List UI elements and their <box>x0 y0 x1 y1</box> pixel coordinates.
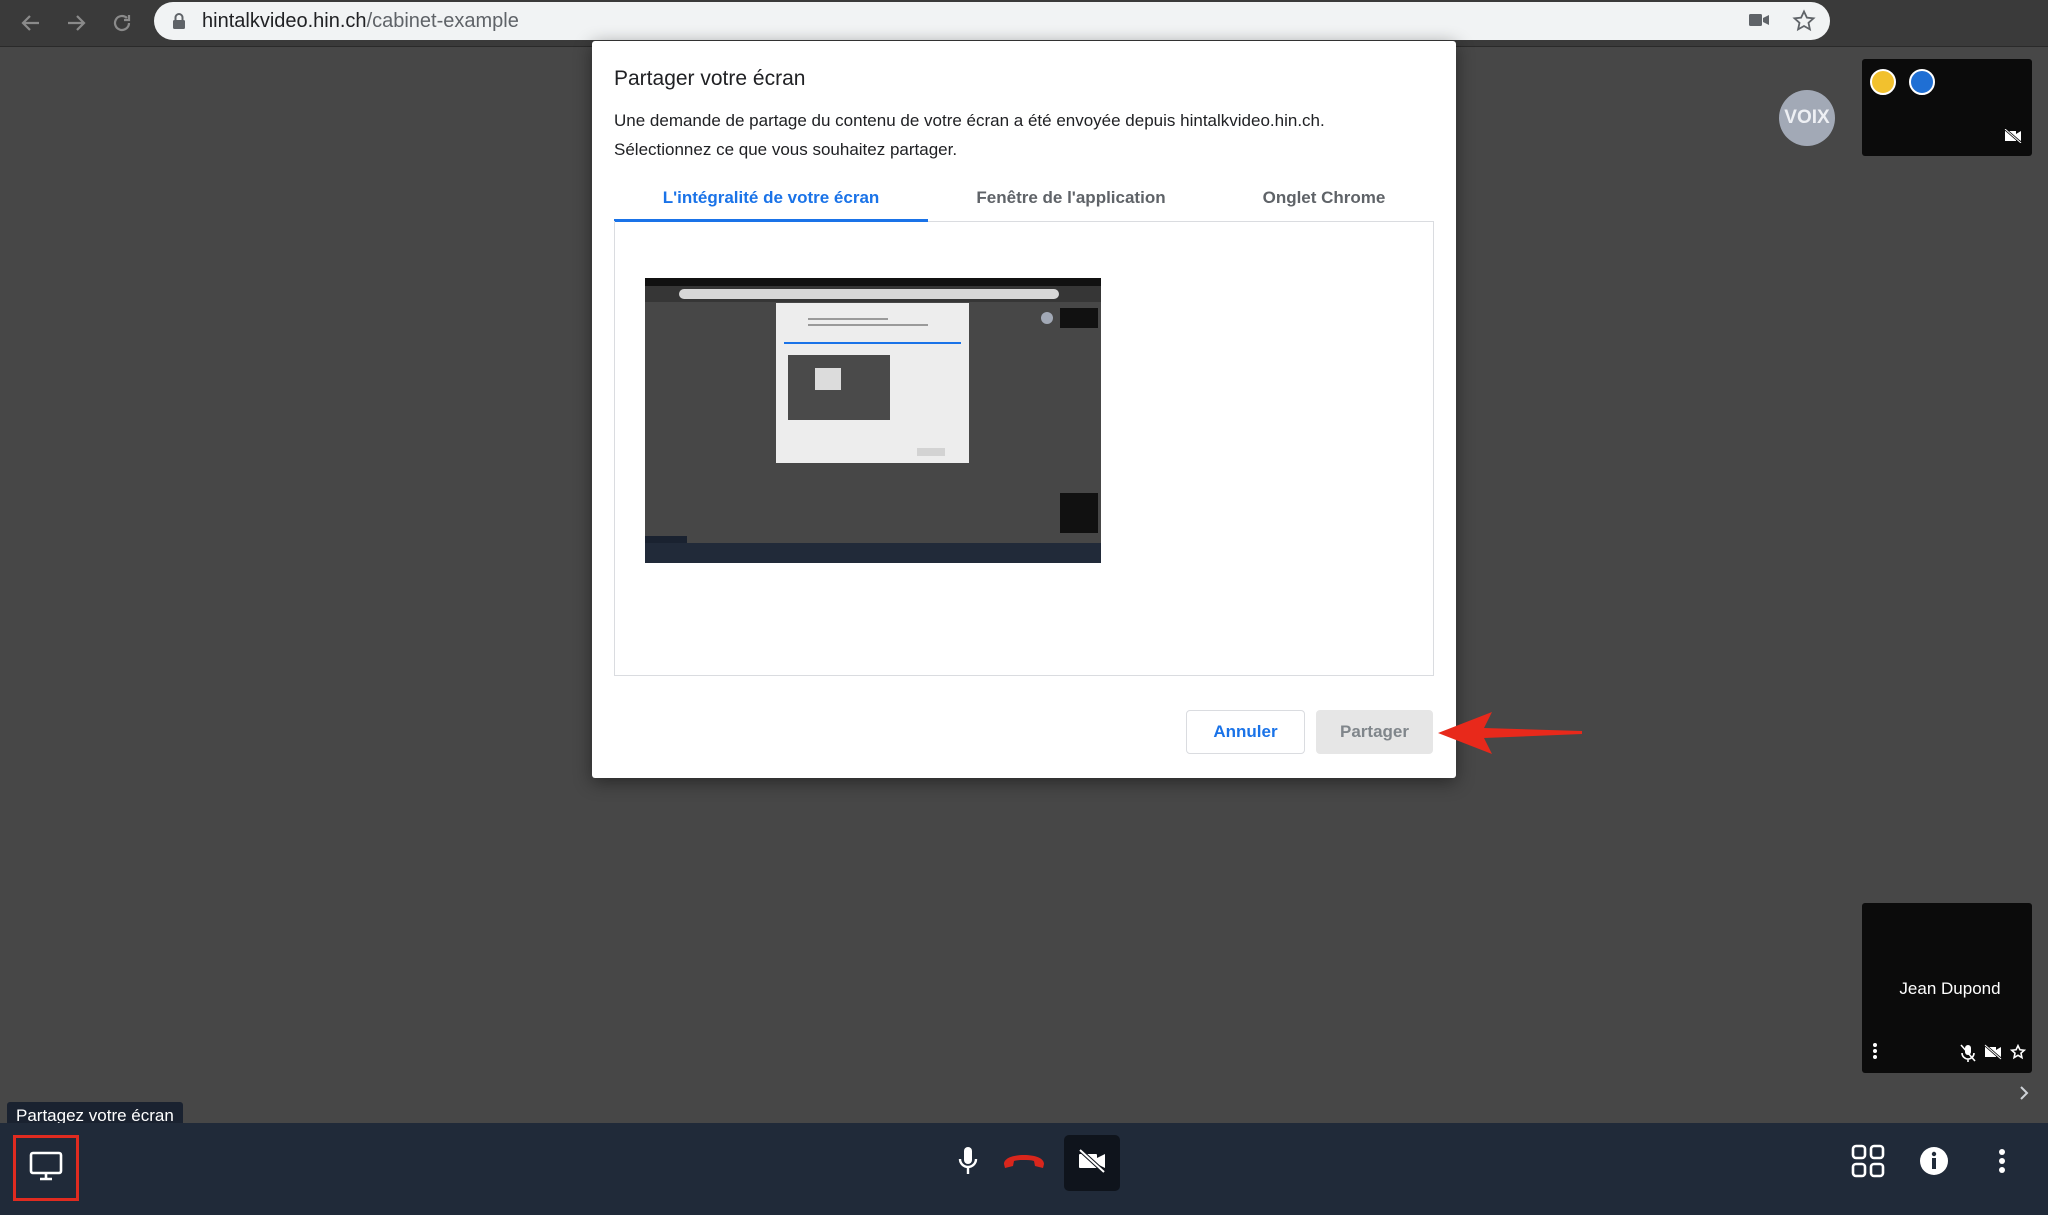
hangup-button[interactable] <box>996 1135 1052 1191</box>
speaker-indicator <box>1909 69 1935 95</box>
browser-toolbar: hintalkvideo.hin.ch/cabinet-example <box>0 0 2048 47</box>
bookmark-star-icon[interactable] <box>1792 9 1816 38</box>
conference-toolbar <box>0 1123 2048 1215</box>
star-icon[interactable] <box>2009 1043 2027 1067</box>
more-vertical-icon <box>1998 1148 2006 1179</box>
share-button[interactable]: Partager <box>1316 710 1433 754</box>
tab-chrome-tab[interactable]: Onglet Chrome <box>1214 175 1434 221</box>
monitor-icon <box>29 1151 63 1186</box>
video-off-icon <box>1984 1044 2002 1067</box>
forward-icon[interactable] <box>59 6 93 40</box>
more-options-button[interactable] <box>1974 1135 2030 1191</box>
camera-toggle-button[interactable] <box>1064 1135 1120 1191</box>
share-source-tabs: L'intégralité de votre écran Fenêtre de … <box>614 175 1434 222</box>
tile-view-button[interactable] <box>1840 1135 1896 1191</box>
dialog-description-line1: Une demande de partage du contenu de vot… <box>614 111 1325 130</box>
dialog-title: Partager votre écran <box>614 67 806 90</box>
lock-icon[interactable] <box>172 12 186 35</box>
url-text: hintalkvideo.hin.ch/cabinet-example <box>202 10 519 33</box>
address-bar[interactable]: hintalkvideo.hin.ch/cabinet-example <box>154 2 1830 40</box>
mic-muted-icon <box>1960 1044 1976 1067</box>
chevron-right-icon[interactable] <box>2018 1085 2030 1106</box>
tile-menu-icon[interactable] <box>1872 1042 1878 1065</box>
info-icon <box>1919 1146 1949 1181</box>
reload-icon[interactable] <box>105 6 139 40</box>
info-button[interactable] <box>1906 1135 1962 1191</box>
tile-status-icons <box>1960 1043 2027 1067</box>
participant-name: Jean Dupond <box>1899 979 2001 998</box>
source-list-pane <box>614 221 1434 676</box>
raised-hand-indicator <box>1870 69 1896 95</box>
screen-thumbnail[interactable] <box>645 278 1101 563</box>
camera-icon[interactable] <box>1748 11 1770 34</box>
video-off-icon <box>1077 1148 1107 1179</box>
share-screen-button[interactable] <box>13 1135 79 1201</box>
voix-avatar: VOIX <box>1779 90 1835 146</box>
video-off-icon <box>2004 128 2022 148</box>
microphone-icon <box>957 1146 979 1181</box>
arrow-left-icon <box>1438 712 1582 754</box>
grid-icon <box>1851 1144 1885 1183</box>
local-video-tile[interactable]: Jean Dupond <box>1862 903 2032 1073</box>
microphone-button[interactable] <box>940 1135 996 1191</box>
dialog-description-line2: Sélectionnez ce que vous souhaitez parta… <box>614 140 958 159</box>
tab-entire-screen[interactable]: L'intégralité de votre écran <box>614 175 928 222</box>
url-path: /cabinet-example <box>366 10 519 32</box>
cancel-button[interactable]: Annuler <box>1186 710 1305 754</box>
url-host: hintalkvideo.hin.ch <box>202 10 367 32</box>
annotation-arrow <box>1434 708 1584 761</box>
remote-video-tile[interactable] <box>1862 59 2032 156</box>
tab-application-window[interactable]: Fenêtre de l'application <box>928 175 1214 221</box>
dialog-description: Une demande de partage du contenu de vot… <box>614 106 1434 164</box>
hangup-icon <box>1001 1151 1047 1176</box>
share-screen-dialog: Partager votre écran Une demande de part… <box>592 41 1456 778</box>
back-icon[interactable] <box>14 6 48 40</box>
screen-thumbnail-image <box>645 278 1101 563</box>
